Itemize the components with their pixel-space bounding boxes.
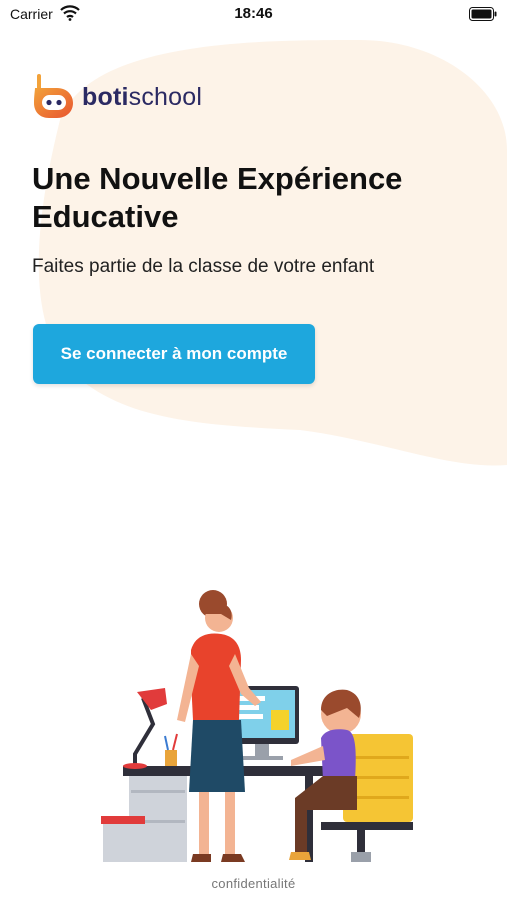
brand-name: botischool — [82, 83, 202, 112]
robot-logo-icon — [34, 74, 73, 118]
brand-name-regular: school — [128, 82, 203, 111]
page-title: Une Nouvelle Expérience Educative — [32, 161, 403, 234]
privacy-link[interactable]: confidentialité — [0, 876, 507, 891]
page-subtitle: Faites partie de la classe de votre enfa… — [32, 256, 375, 277]
login-button[interactable]: Se connecter à mon compte — [33, 324, 315, 384]
clock: 18:46 — [234, 5, 273, 22]
battery-icon — [469, 7, 497, 21]
brand-name-bold: boti — [82, 82, 129, 111]
teacher-student-illustration — [101, 590, 413, 862]
brand-logo: botischool — [31, 74, 202, 120]
status-bar: Carrier 18:46 — [0, 0, 507, 30]
